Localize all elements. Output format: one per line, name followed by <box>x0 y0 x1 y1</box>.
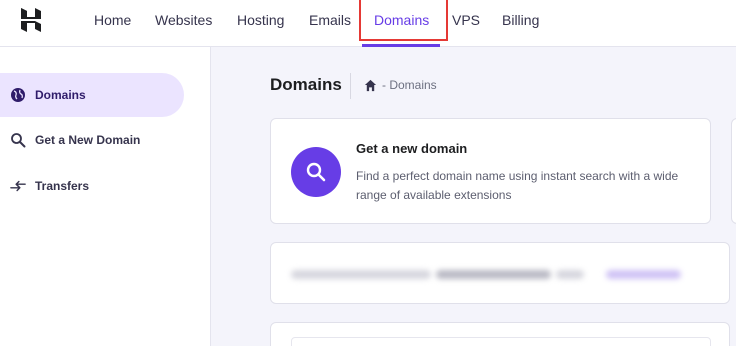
nav-hosting[interactable]: Hosting <box>237 11 284 29</box>
sidebar-item-label: Transfers <box>35 179 90 193</box>
nav-emails[interactable]: Emails <box>309 11 351 29</box>
sidebar-item-label: Get a New Domain <box>35 133 141 147</box>
sidebar-item-domains[interactable]: Domains <box>0 73 184 117</box>
transfer-arrows-icon <box>10 178 26 194</box>
domain-list-card-2 <box>270 322 730 346</box>
top-navbar: Home Websites Hosting Emails Domains VPS… <box>0 0 736 47</box>
highlight-box <box>359 0 448 41</box>
card-description: Find a perfect domain name using instant… <box>356 169 679 202</box>
globe-icon <box>10 87 26 103</box>
domain-list-card <box>270 242 730 304</box>
breadcrumb: - Domains <box>364 78 437 92</box>
nav-vps[interactable]: VPS <box>452 11 480 29</box>
sidebar-item-get-new-domain[interactable]: Get a New Domain <box>0 118 184 162</box>
blurred-text <box>556 270 584 279</box>
home-icon[interactable] <box>364 79 377 92</box>
search-icon <box>291 147 341 197</box>
blurred-text <box>291 270 431 279</box>
blurred-text <box>436 270 551 279</box>
blurred-badge <box>606 270 681 279</box>
nav-home[interactable]: Home <box>94 11 131 29</box>
title-divider <box>350 73 351 99</box>
nav-websites[interactable]: Websites <box>155 11 212 29</box>
nav-billing[interactable]: Billing <box>502 11 539 29</box>
breadcrumb-text: - Domains <box>382 78 437 92</box>
new-domain-card[interactable]: Get a new domain Find a perfect domain n… <box>270 118 711 224</box>
hostinger-logo-icon[interactable] <box>20 8 42 32</box>
card-title: Get a new domain <box>356 141 468 156</box>
search-icon <box>10 132 26 148</box>
card-inner-field <box>291 337 711 346</box>
sidebar-item-label: Domains <box>35 88 86 102</box>
active-tab-indicator <box>362 44 440 47</box>
side-card <box>731 118 736 224</box>
sidebar: Domains Get a New Domain Transfers <box>0 47 211 346</box>
page-title: Domains <box>270 75 342 94</box>
sidebar-item-transfers[interactable]: Transfers <box>0 164 184 208</box>
